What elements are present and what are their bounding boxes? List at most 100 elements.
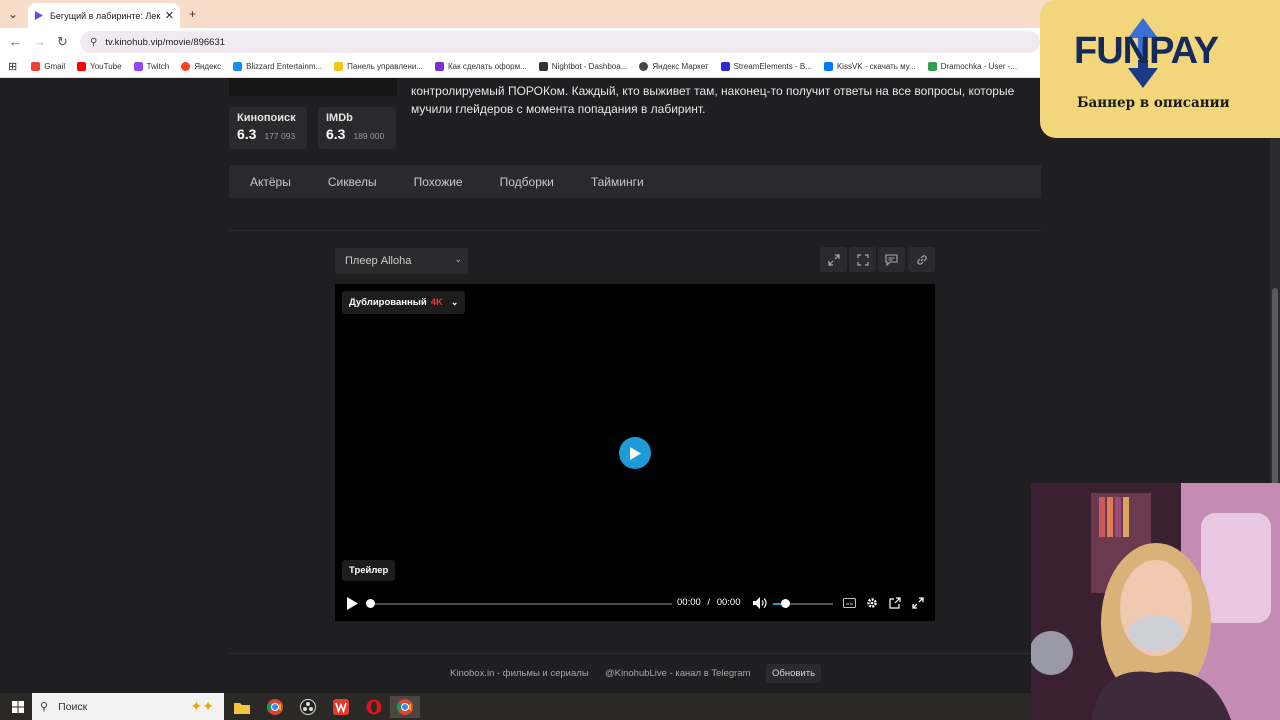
footer-site-link[interactable]: Kinobox.in - фильмы и сериалы (450, 668, 589, 679)
expand-player-button[interactable] (820, 247, 847, 272)
fullscreen-icon[interactable] (912, 597, 924, 609)
tab-similar[interactable]: Похожие (414, 175, 463, 189)
bookmark-youtube[interactable]: YouTube (77, 62, 122, 71)
tab-title: Бегущий в лабиринте: Лекарс (50, 10, 161, 21)
opera-icon[interactable] (363, 696, 385, 718)
comments-button[interactable] (878, 247, 905, 272)
os-taskbar: ⚲ Поиск ✦✦ (0, 693, 1031, 720)
obs-icon[interactable] (297, 696, 319, 718)
player-select-value: Плеер Alloha (345, 255, 412, 267)
nightbot-icon (538, 62, 548, 71)
bookmark-panel[interactable]: Панель управлени... (334, 62, 423, 71)
funpay-brand-text: FUNPAY (1074, 30, 1219, 72)
wps-office-icon[interactable] (330, 696, 352, 718)
bookmark-dramochka[interactable]: Dramochka - User -... (927, 62, 1017, 71)
footer-telegram-link[interactable]: @KinohubLive - канал в Telegram (605, 668, 751, 679)
time-display: 00:00 / 00:00 (677, 597, 740, 608)
movie-description: контролируемый ПОРОКом. Каждый, кто выжи… (411, 84, 1015, 116)
search-placeholder: Поиск (58, 700, 88, 713)
youtube-icon (77, 62, 87, 71)
browser-tab-active[interactable]: Бегущий в лабиринте: Лекарс ✕ (28, 3, 180, 28)
play-icon (630, 446, 641, 460)
seek-handle[interactable] (366, 599, 375, 608)
bookmark-howto[interactable]: Как сделать оформ... (434, 62, 527, 71)
copilot-sparkle-icon: ✦✦ (190, 698, 214, 714)
rating-name: IMDb (326, 112, 353, 124)
streamelements-icon (720, 62, 730, 71)
bookmark-label: Gmail (44, 62, 66, 71)
tab-timings[interactable]: Тайминги (591, 175, 644, 189)
dub-label: Дублированный (349, 297, 427, 308)
bookmark-label: Панель управлени... (347, 62, 423, 71)
chrome-icon[interactable] (264, 696, 286, 718)
player-controls: 00:00 / 00:00 (335, 591, 935, 616)
movie-tabs: Актёры Сиквелы Похожие Подборки Тайминги (229, 165, 1041, 198)
refresh-button[interactable]: Обновить (766, 664, 822, 683)
scrollbar-thumb[interactable] (1272, 288, 1278, 508)
volume-handle[interactable] (781, 599, 790, 608)
bookmark-label: Яндекс Маркет (652, 62, 709, 71)
fullscreen-mode-button[interactable] (849, 247, 876, 272)
player-select[interactable]: Плеер Alloha ⌄ (335, 248, 468, 274)
twitch-icon (133, 62, 143, 71)
tab-collections[interactable]: Подборки (500, 175, 554, 189)
address-bar[interactable]: ⚲ tv.kinohub.vip/movie/896631 (80, 31, 1040, 53)
bookmark-yandex-market[interactable]: Яндекс Маркет (639, 62, 709, 71)
reload-icon[interactable]: ↻ (57, 34, 68, 50)
site-settings-icon[interactable]: ⚲ (90, 37, 97, 48)
search-icon: ⚲ (40, 701, 49, 713)
rating-name: Кинопоиск (237, 112, 296, 124)
webcam-overlay (1031, 483, 1280, 720)
apps-grid-icon[interactable]: ⊞ (8, 60, 17, 73)
volume-icon[interactable] (753, 597, 767, 609)
tab-sequels[interactable]: Сиквелы (328, 175, 377, 189)
chrome-active-icon[interactable] (390, 696, 420, 718)
tab-actors[interactable]: Актёры (250, 175, 291, 189)
bookmark-kissvk[interactable]: KissVK - скачать му... (823, 62, 916, 71)
play-icon[interactable] (347, 597, 358, 610)
bookmark-label: Nightbot - Dashboa... (551, 62, 628, 71)
dramochka-icon (927, 62, 937, 71)
close-tab-icon[interactable]: ✕ (165, 9, 174, 22)
seek-bar[interactable] (370, 603, 672, 605)
divider (229, 230, 1041, 231)
tab-list-chevron-icon[interactable]: ⌄ (8, 7, 18, 21)
bookmark-label: Twitch (146, 62, 170, 71)
bookmark-label: Яндекс (194, 62, 222, 71)
link-icon (916, 254, 927, 265)
kinohub-favicon-icon (34, 11, 43, 20)
windows-start-icon[interactable] (7, 696, 29, 718)
settings-gear-icon[interactable] (866, 597, 878, 609)
big-play-button[interactable] (619, 437, 651, 469)
url-text: tv.kinohub.vip/movie/896631 (105, 36, 226, 48)
time-current: 00:00 (677, 597, 701, 608)
picture-in-picture-icon[interactable] (889, 597, 901, 609)
yandex-icon (181, 62, 191, 71)
bookmark-yandex[interactable]: Яндекс (181, 62, 221, 71)
new-tab-icon[interactable]: + (189, 7, 196, 21)
funpay-banner-caption: Баннер в описании (1077, 95, 1230, 111)
expand-icon (827, 253, 840, 266)
bookmark-twitch[interactable]: Twitch (133, 62, 170, 71)
bookmark-gmail[interactable]: Gmail (31, 62, 65, 71)
bookmark-streamelements[interactable]: StreamElements - B... (720, 62, 812, 71)
trailer-label[interactable]: Трейлер (342, 560, 396, 581)
rating-count: 189 000 (353, 131, 385, 141)
subtitles-icon[interactable] (843, 598, 856, 608)
yandex-market-icon (639, 62, 649, 71)
forward-icon[interactable]: → (33, 34, 46, 49)
bookmark-label: KissVK - скачать му... (836, 62, 916, 71)
file-explorer-icon[interactable] (231, 696, 253, 718)
rating-value: 6.3 (326, 126, 346, 142)
dub-selector[interactable]: Дублированный 4K ⌄ (342, 291, 466, 314)
webcam-feed-image (1031, 483, 1280, 720)
chevron-down-icon: ⌄ (454, 254, 462, 264)
taskbar-search[interactable]: ⚲ Поиск ✦✦ (32, 693, 224, 720)
bookmark-label: Blizzard Entertainm... (246, 62, 323, 71)
bookmark-blizzard[interactable]: Blizzard Entertainm... (233, 62, 322, 71)
back-icon[interactable]: ← (9, 34, 22, 49)
video-player[interactable]: Дублированный 4K ⌄ Трейлер 00:00 / 00:00 (335, 284, 935, 621)
time-total: 00:00 (716, 597, 741, 608)
bookmark-nightbot[interactable]: Nightbot - Dashboa... (538, 62, 628, 71)
share-link-button[interactable] (908, 247, 935, 272)
